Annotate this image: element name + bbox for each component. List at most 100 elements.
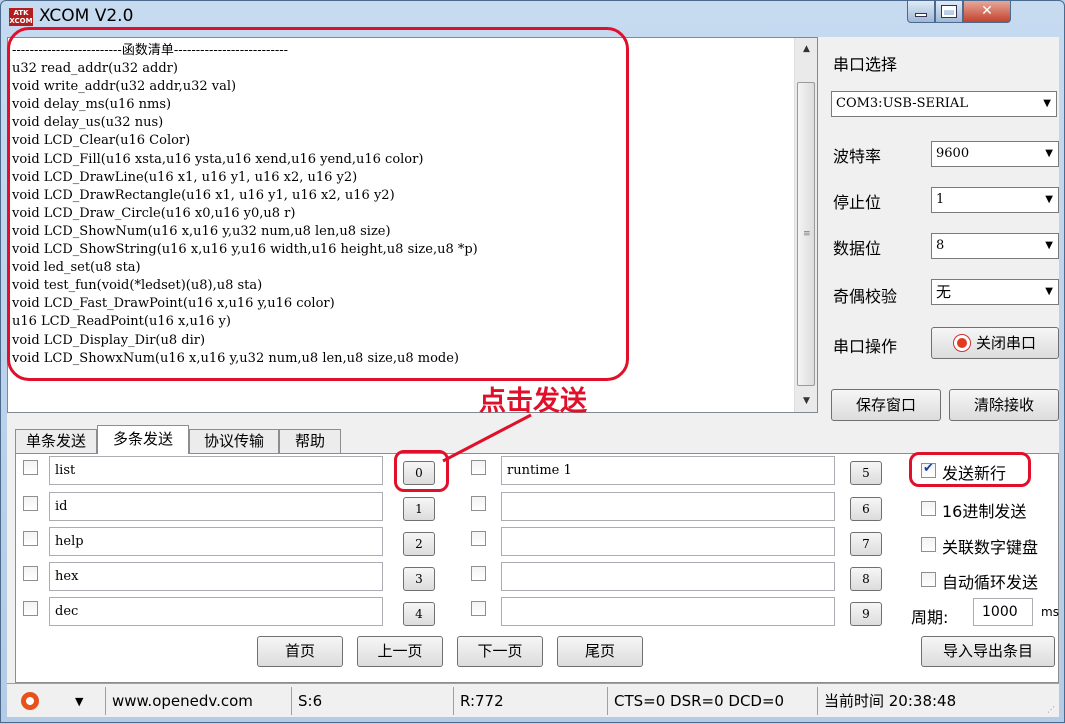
left-row-input[interactable]: dec	[49, 597, 383, 626]
left-row-input[interactable]: list	[49, 456, 383, 485]
close-button[interactable]: ✕	[963, 1, 1011, 23]
right-row-input[interactable]	[501, 527, 835, 556]
first-page-button[interactable]: 首页	[257, 636, 343, 667]
chevron-down-icon: ▼	[1045, 286, 1053, 297]
status-received: R:772	[453, 687, 609, 715]
send-button-7[interactable]: 7	[850, 532, 882, 556]
receive-text: -------------------------函数清单-----------…	[12, 43, 478, 366]
send-button-1[interactable]: 1	[403, 497, 435, 521]
send-button-2[interactable]: 2	[403, 532, 435, 556]
left-row-checkbox[interactable]	[23, 496, 38, 511]
annotation-label: 点击发送	[479, 386, 587, 417]
record-icon[interactable]	[21, 692, 39, 710]
right-row-checkbox[interactable]	[471, 531, 486, 546]
parity-label: 奇偶校验	[833, 287, 898, 306]
right-row-checkbox[interactable]	[471, 566, 486, 581]
left-row-checkbox[interactable]	[23, 531, 38, 546]
period-label: 周期:	[911, 608, 949, 627]
baud-value: 9600	[936, 146, 970, 161]
left-row-input[interactable]: hex	[49, 562, 383, 591]
operate-label: 串口操作	[833, 337, 898, 356]
status-sent: S:6	[291, 687, 447, 715]
maximize-icon	[942, 6, 956, 17]
tab-protocol[interactable]: 协议传输	[189, 429, 279, 453]
databits-value: 8	[936, 238, 945, 253]
numpad-checkbox[interactable]	[921, 537, 936, 552]
right-row-input[interactable]	[501, 562, 835, 591]
receive-scrollbar[interactable]: ▲ ≡ ▼	[794, 38, 817, 412]
baud-select[interactable]: 9600 ▼	[931, 141, 1059, 167]
maximize-button[interactable]	[935, 1, 963, 23]
left-row-checkbox[interactable]	[23, 460, 38, 475]
tab-single-send[interactable]: 单条发送	[15, 429, 97, 453]
stopbits-select[interactable]: 1 ▼	[931, 187, 1059, 213]
status-signals: CTS=0 DSR=0 DCD=0	[607, 687, 813, 715]
send-button-3[interactable]: 3	[403, 567, 435, 591]
status-website[interactable]: www.openedv.com	[105, 687, 285, 715]
scroll-up-icon[interactable]: ▲	[795, 40, 818, 58]
port-label: 串口选择	[833, 55, 898, 74]
save-window-button[interactable]: 保存窗口	[831, 389, 941, 421]
send-button-0[interactable]: 0	[403, 461, 435, 485]
send-button-8[interactable]: 8	[850, 567, 882, 591]
period-input[interactable]: 1000	[973, 598, 1033, 626]
right-row-input[interactable]: runtime 1	[501, 456, 835, 485]
right-row-checkbox[interactable]	[471, 460, 486, 475]
clear-receive-button[interactable]: 清除接收	[949, 389, 1059, 421]
send-button-5[interactable]: 5	[850, 461, 882, 485]
tab-multi-send[interactable]: 多条发送	[97, 425, 189, 454]
last-page-button[interactable]: 尾页	[557, 636, 643, 667]
tab-help[interactable]: 帮助	[279, 429, 341, 453]
numpad-label: 关联数字键盘	[942, 538, 1039, 557]
scroll-down-icon[interactable]: ▼	[795, 392, 818, 410]
send-button-9[interactable]: 9	[850, 602, 882, 626]
title-bar[interactable]: ATK XCOM XCOM V2.0 ✕	[1, 1, 1064, 33]
resize-grip-icon[interactable]: ⋰	[1047, 706, 1055, 714]
chevron-down-icon: ▼	[1043, 98, 1051, 109]
dropdown-arrow-icon[interactable]: ▼	[75, 688, 83, 716]
right-row-input[interactable]	[501, 597, 835, 626]
client-area: -------------------------函数清单-----------…	[7, 37, 1059, 717]
send-button-4[interactable]: 4	[403, 602, 435, 626]
receive-area[interactable]: -------------------------函数清单-----------…	[7, 37, 818, 413]
port-value: COM3:USB-SERIAL	[836, 96, 968, 111]
minimize-button[interactable]	[907, 1, 935, 23]
parity-select[interactable]: 无 ▼	[931, 279, 1059, 305]
auto-loop-checkbox[interactable]	[921, 572, 936, 587]
left-row-checkbox[interactable]	[23, 601, 38, 616]
minimize-icon	[915, 13, 927, 17]
right-row-checkbox[interactable]	[471, 496, 486, 511]
hex-send-checkbox[interactable]	[921, 501, 936, 516]
settings-panel: 串口选择 COM3:USB-SERIAL ▼ 波特率 9600 ▼ 停止位 1 …	[823, 37, 1059, 421]
prev-page-button[interactable]: 上一页	[357, 636, 443, 667]
databits-select[interactable]: 8 ▼	[931, 233, 1059, 259]
right-row-checkbox[interactable]	[471, 601, 486, 616]
close-port-label: 关闭串口	[975, 334, 1036, 352]
import-export-button[interactable]: 导入导出条目	[921, 636, 1055, 667]
window-title: XCOM V2.0	[39, 6, 134, 26]
baud-label: 波特率	[833, 147, 882, 166]
parity-value: 无	[936, 283, 952, 301]
close-port-button[interactable]: 关闭串口	[931, 327, 1059, 359]
send-newline-label: 发送新行	[942, 464, 1007, 483]
send-newline-checkbox[interactable]	[921, 461, 936, 478]
left-row-input[interactable]: help	[49, 527, 383, 556]
chevron-down-icon: ▼	[1045, 240, 1053, 251]
app-logo-icon: ATK XCOM	[9, 8, 33, 26]
stopbits-label: 停止位	[833, 193, 882, 212]
grip-icon: ≡	[803, 229, 811, 239]
right-row-input[interactable]	[501, 492, 835, 521]
hex-send-label: 16进制发送	[942, 502, 1027, 521]
left-row-input[interactable]: id	[49, 492, 383, 521]
status-bar: ▼ www.openedv.com S:6 R:772 CTS=0 DSR=0 …	[7, 683, 1059, 717]
send-button-6[interactable]: 6	[850, 497, 882, 521]
chevron-down-icon: ▼	[1045, 194, 1053, 205]
period-unit: ms	[1041, 605, 1059, 619]
left-row-checkbox[interactable]	[23, 566, 38, 581]
close-icon: ✕	[981, 3, 993, 19]
scroll-thumb[interactable]: ≡	[797, 82, 815, 386]
next-page-button[interactable]: 下一页	[457, 636, 543, 667]
port-select[interactable]: COM3:USB-SERIAL ▼	[831, 91, 1057, 117]
databits-label: 数据位	[833, 239, 882, 258]
app-window: ATK XCOM XCOM V2.0 ✕ --------------------…	[0, 0, 1065, 723]
